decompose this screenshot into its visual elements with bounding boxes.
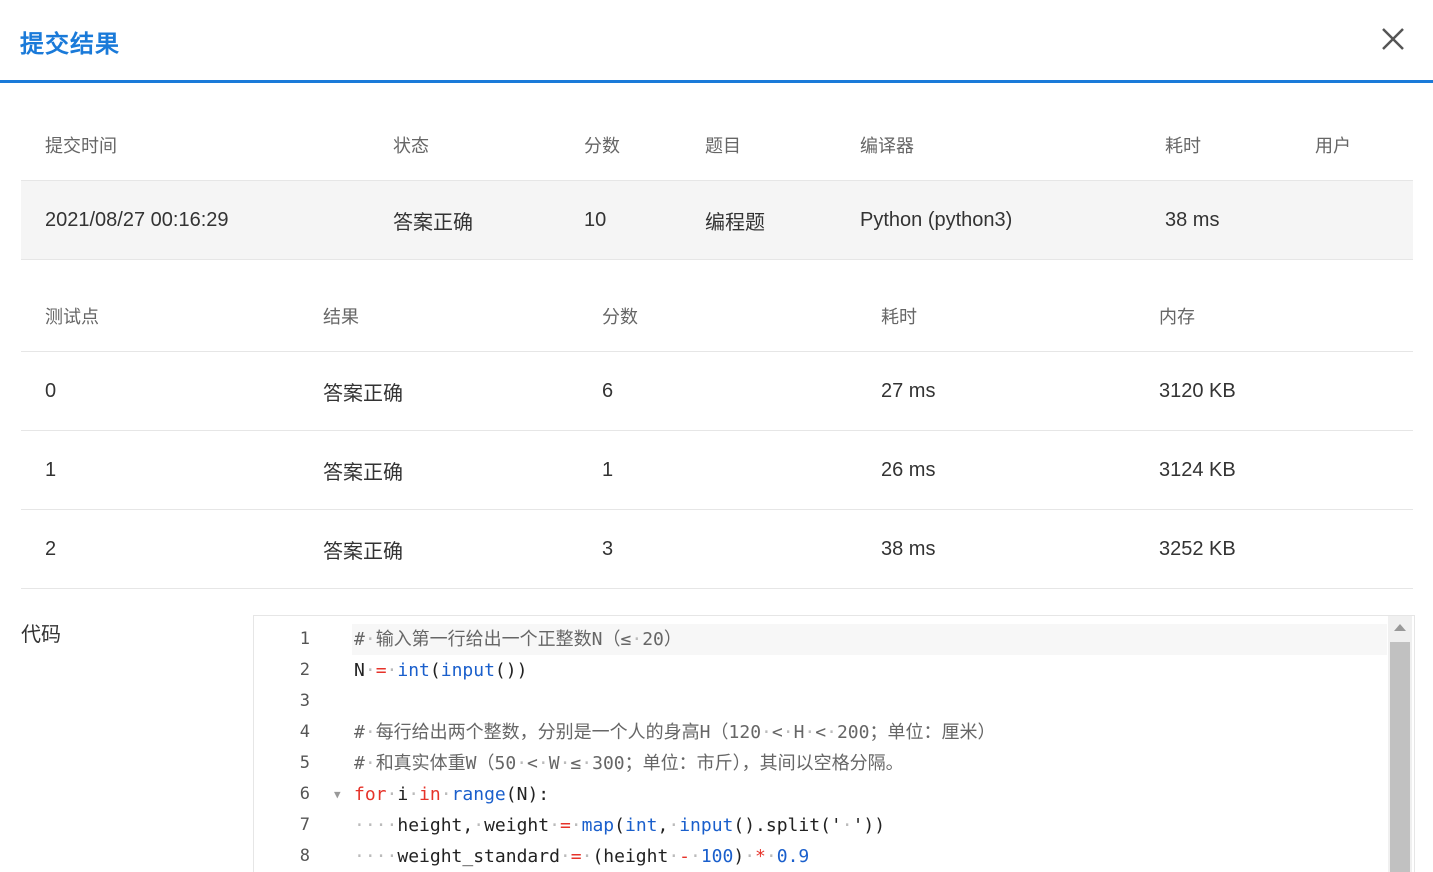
case-time: 26 ms (857, 430, 1135, 510)
problem-type: 编程题 (681, 180, 836, 260)
vertical-scrollbar[interactable] (1388, 616, 1412, 872)
code-line[interactable]: #·输入第一行给出一个正整数N（≤·20） (352, 624, 1387, 655)
submission-table: 提交时间 状态 分数 题目 编译器 耗时 用户 2021/08/27 00:16… (21, 110, 1413, 260)
line-number: 8 (299, 846, 310, 866)
table-row: 1 答案正确 1 26 ms 3124 KB (21, 430, 1413, 510)
fold-arrow-icon[interactable]: ▼ (334, 779, 341, 810)
case-result: 答案正确 (299, 509, 578, 589)
case-score: 3 (578, 509, 857, 589)
score: 10 (560, 180, 681, 260)
case-id: 1 (21, 430, 299, 510)
code-editor[interactable]: 1 2 3 4 5 6 ▼ 7 8 #·输入第一行给出一个正整数N（≤·20） N… (253, 615, 1415, 872)
dialog-header: 提交结果 (0, 0, 1433, 83)
case-time: 27 ms (857, 351, 1135, 431)
code-line[interactable]: N·=·int(input()) (352, 655, 1387, 686)
testcase-table: 测试点 结果 分数 耗时 内存 0 答案正确 6 27 ms 3120 KB 1… (21, 281, 1413, 589)
header-time: 耗时 (1141, 110, 1291, 181)
case-score: 1 (578, 430, 857, 510)
code-line[interactable]: #·和真实体重W（50·<·W·≤·300；单位：市斤），其间以空格分隔。 (352, 748, 1387, 779)
dialog-title: 提交结果 (20, 31, 120, 58)
submission-header-row: 提交时间 状态 分数 题目 编译器 耗时 用户 (21, 110, 1413, 181)
table-row: 2 答案正确 3 38 ms 3252 KB (21, 509, 1413, 589)
line-number: 5 (299, 753, 310, 773)
header-score: 分数 (560, 110, 681, 181)
header-memory: 内存 (1135, 281, 1413, 352)
code-label: 代码 (21, 624, 61, 646)
status-badge: 答案正确 (369, 180, 560, 260)
code-line[interactable]: ····weight_standard·=·(height·-·100)·*·0… (352, 841, 1387, 872)
code-line[interactable] (352, 686, 1387, 717)
header-problem: 题目 (681, 110, 836, 181)
code-line[interactable]: ····height,·weight·=·map(int,·input().sp… (352, 810, 1387, 841)
line-number: 6 (299, 784, 310, 804)
case-id: 0 (21, 351, 299, 431)
scroll-thumb[interactable] (1390, 642, 1410, 872)
header-case: 测试点 (21, 281, 299, 352)
line-number-gutter: 1 2 3 4 5 6 ▼ 7 8 (254, 624, 350, 872)
run-time: 38 ms (1141, 180, 1291, 260)
case-memory: 3252 KB (1135, 509, 1413, 589)
code-line[interactable]: #·每行给出两个整数，分别是一个人的身高H（120·<·H·<·200；单位：厘… (352, 717, 1387, 748)
case-memory: 3124 KB (1135, 430, 1413, 510)
header-user: 用户 (1291, 110, 1413, 181)
line-number: 7 (299, 815, 310, 835)
header-case-score: 分数 (578, 281, 857, 352)
testcase-header-row: 测试点 结果 分数 耗时 内存 (21, 281, 1413, 352)
compiler: Python (python3) (836, 180, 1141, 260)
close-icon[interactable] (1378, 24, 1408, 54)
case-score: 6 (578, 351, 857, 431)
case-id: 2 (21, 509, 299, 589)
case-result: 答案正确 (299, 430, 578, 510)
case-time: 38 ms (857, 509, 1135, 589)
header-compiler: 编译器 (836, 110, 1141, 181)
line-number-row: 6 ▼ (254, 779, 350, 810)
submit-time: 2021/08/27 00:16:29 (21, 180, 369, 260)
header-result: 结果 (299, 281, 578, 352)
submission-row: 2021/08/27 00:16:29 答案正确 10 编程题 Python (… (21, 180, 1413, 260)
table-row: 0 答案正确 6 27 ms 3120 KB (21, 351, 1413, 431)
case-memory: 3120 KB (1135, 351, 1413, 431)
header-case-time: 耗时 (857, 281, 1135, 352)
line-number: 4 (299, 722, 310, 742)
line-number: 2 (299, 660, 310, 680)
line-number: 3 (299, 691, 310, 711)
code-lines[interactable]: #·输入第一行给出一个正整数N（≤·20） N·=·int(input()) #… (352, 624, 1387, 872)
case-result: 答案正确 (299, 351, 578, 431)
header-status: 状态 (369, 110, 560, 181)
header-submit-time: 提交时间 (21, 110, 369, 181)
scroll-up-icon[interactable] (1394, 624, 1406, 631)
code-line[interactable]: for·i·in·range(N): (352, 779, 1387, 810)
line-number: 1 (299, 629, 310, 649)
user (1291, 180, 1413, 260)
